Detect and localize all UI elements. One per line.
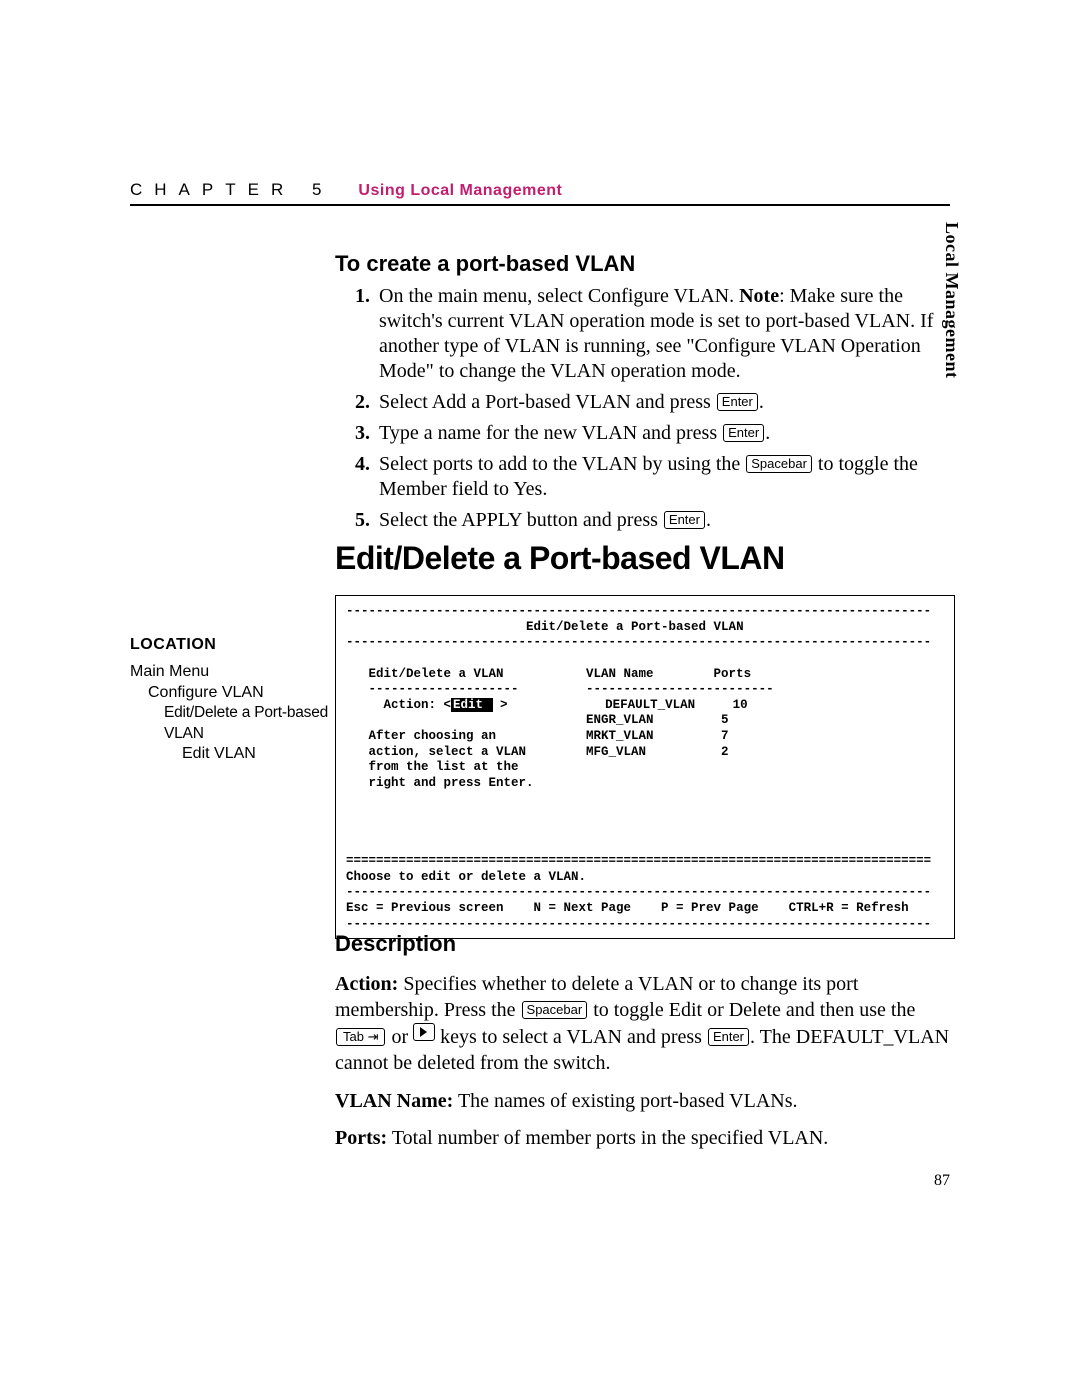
page-number: 87 [934,1172,950,1190]
section-title: To create a port-based VLAN [335,250,955,278]
step-2: Select Add a Port-based VLAN and press E… [375,390,955,415]
spacebar-key-icon: Spacebar [522,1001,588,1019]
desc-action: Action: Specifies whether to delete a VL… [335,972,955,1076]
location-l3: Edit/Delete a Port-based VLAN [164,703,330,743]
enter-key-icon: Enter [717,393,758,411]
location-block: LOCATION Main Menu Configure VLAN Edit/D… [130,635,330,764]
location-l4: Edit VLAN [182,744,330,765]
right-arrow-key-icon [413,1023,435,1041]
location-l1: Main Menu [130,662,330,683]
desc-ports: Ports: Total number of member ports in t… [335,1126,955,1152]
desc-vlan-name: VLAN Name: The names of existing port-ba… [335,1089,955,1115]
chapter-label: CHAPTER 5 [130,180,333,199]
page-heading: Edit/Delete a Port-based VLAN [335,540,785,577]
step-1: On the main menu, select Configure VLAN.… [375,284,955,384]
location-title: LOCATION [130,635,330,656]
running-header: CHAPTER 5 Using Local Management [130,180,562,200]
spacebar-key-icon: Spacebar [746,455,812,473]
step-4: Select ports to add to the VLAN by using… [375,452,955,502]
terminal-selected-action: Edit [451,698,493,712]
description-title: Description [335,930,955,958]
tab-key-icon: Tab ⇥ [336,1028,385,1046]
enter-key-icon: Enter [708,1028,749,1046]
location-l2: Configure VLAN [148,683,330,704]
chapter-title: Using Local Management [358,182,562,199]
steps-list: On the main menu, select Configure VLAN.… [335,284,955,533]
terminal-screenshot: ----------------------------------------… [335,595,955,939]
page: CHAPTER 5Using Local Management Local Ma… [0,0,1080,1397]
enter-key-icon: Enter [664,511,705,529]
enter-key-icon: Enter [723,424,764,442]
step-5: Select the APPLY button and press Enter. [375,508,955,533]
step-3: Type a name for the new VLAN and press E… [375,421,955,446]
section-create-vlan: To create a port-based VLAN On the main … [335,250,955,539]
header-rule [130,204,950,206]
description-block: Description Action: Specifies whether to… [335,930,955,1164]
